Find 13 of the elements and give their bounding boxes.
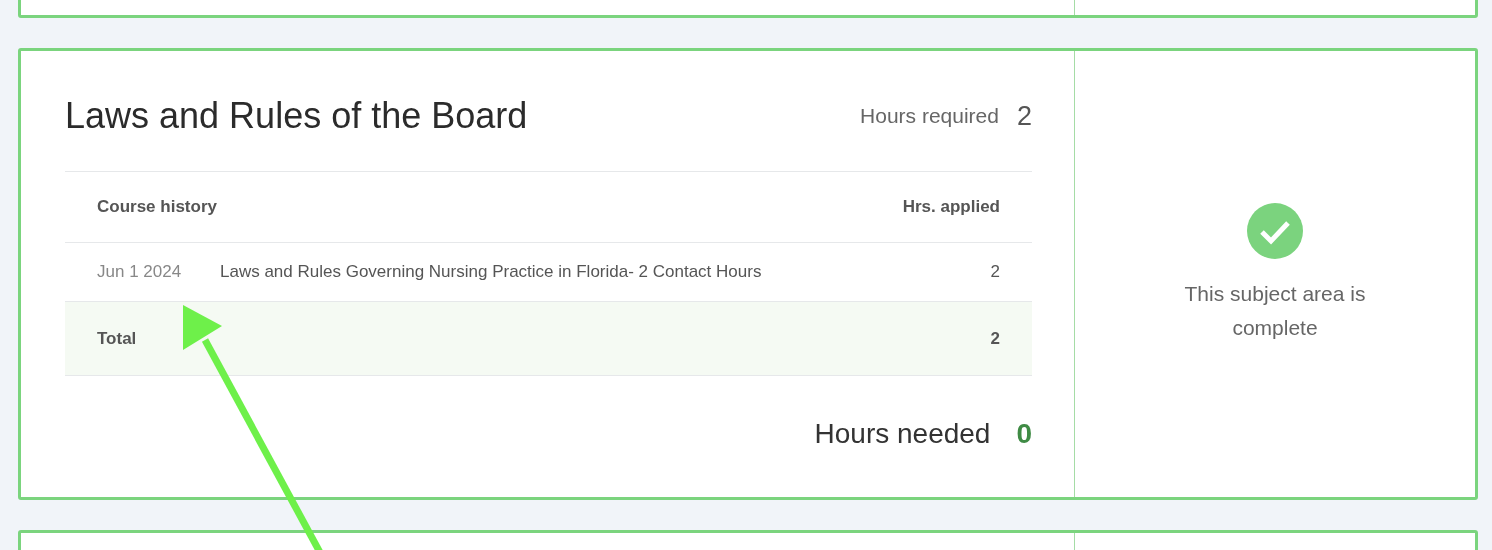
column-header: Course history [97, 197, 218, 217]
total-hours: 2 [990, 328, 1000, 349]
hours-needed-value: 0 [1016, 418, 1032, 450]
course-name: Laws and Rules Governing Nursing Practice in Florida- 2 Contact Hours [220, 262, 763, 282]
subject-title: Laws and Rules of the Board [65, 95, 528, 137]
column-header: Hrs. applied [902, 197, 1000, 217]
hours-required-value: 2 [1016, 100, 1032, 132]
hours-applied: 2 [990, 262, 1000, 282]
status-text: This subject area is complete [1183, 281, 1367, 341]
hours-required-label: Hours required [860, 104, 999, 128]
course-date: Jun 1 2024 [97, 262, 183, 282]
hours-needed-label: Hours needed [814, 418, 991, 450]
total-label: Total [97, 328, 138, 349]
